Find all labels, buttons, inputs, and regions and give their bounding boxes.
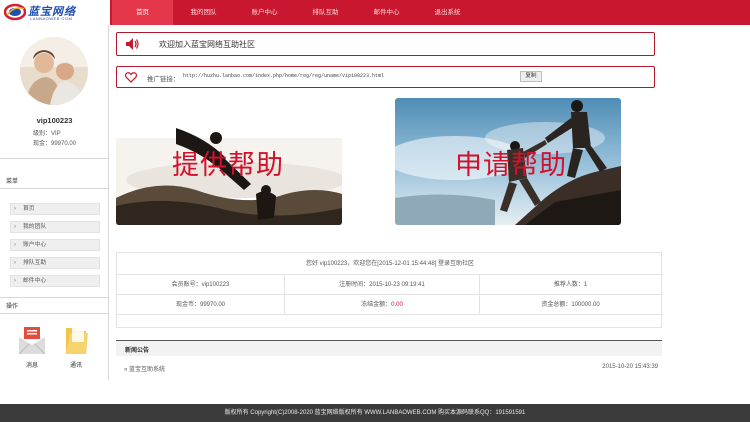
welcome-notice: 欢迎加入蓝宝网络互助社区 [116, 32, 655, 56]
ops-title: 操作 [6, 304, 19, 310]
sidebar-item-label: 邮件中心 [23, 278, 47, 284]
nav-logout[interactable]: 退出系统 [417, 0, 478, 25]
promo-link-box: 推广链接： http://huzhu.lanbao.com/index.php/… [116, 66, 655, 88]
frozen-amount-value: 0.00 [391, 302, 403, 308]
nav-mail-center[interactable]: 邮件中心 [356, 0, 417, 25]
provide-help-banner[interactable]: 提供帮助 [116, 98, 342, 225]
chevron-right-icon: › [14, 242, 16, 248]
account-info-panel: 您好 vip100223，欢迎您在[2015-12-01 15:44:48] 登… [116, 252, 663, 328]
cash-coin-cell: 现金币：99970.00 [117, 295, 285, 315]
sidebar-item-my-team[interactable]: › 我的团队 [10, 221, 100, 233]
welcome-message: 欢迎加入蓝宝网络互助社区 [159, 40, 255, 49]
register-time-cell: 注册时间：2015-10-23 09:19:41 [285, 275, 480, 295]
sidebar-item-home[interactable]: › 首页 [10, 203, 100, 215]
logo-swirl-icon [4, 3, 26, 21]
mail-icon [18, 327, 46, 355]
speaker-icon [126, 38, 139, 50]
promo-link-url[interactable]: http://huzhu.lanbao.com/index.php/home/r… [183, 73, 513, 79]
news-item-date: 2015-10-20 15:43:39 [602, 364, 658, 370]
referral-count-cell: 推荐人数：1 [553, 282, 588, 288]
total-funds-cell: 资金总额：100000.00 [541, 302, 600, 308]
table-row: 现金币：99970.00 冻结金额：0.00 资金总额：100000.00 [117, 295, 663, 315]
chevron-right-icon: › [14, 278, 16, 284]
news-header: 新闻公告 [116, 340, 662, 356]
news-item-title[interactable]: » 蓝宝互助系统 [124, 364, 165, 373]
username: vip100223 [36, 116, 73, 125]
heart-icon [125, 72, 137, 83]
main-nav: 首页 我的团队 账户中心 排队互助 邮件中心 退出系统 [112, 0, 478, 25]
nav-account-center[interactable]: 账户中心 [234, 0, 295, 25]
footer: 版权所有 Copyright(C)2008-2020 蓝宝网络版权所有 WWW.… [0, 404, 750, 422]
contacts-tool[interactable]: 通讯 [61, 325, 91, 369]
sidebar-item-label: 排队互助 [23, 260, 47, 266]
site-logo[interactable]: 蓝宝网络 LANBAOWEB.COM [0, 0, 110, 25]
contacts-tool-label: 通讯 [69, 363, 82, 369]
chevron-right-icon: › [14, 260, 16, 266]
copy-link-button[interactable]: 复制 [520, 71, 542, 82]
top-nav-bar: 蓝宝网络 LANBAOWEB.COM 首页 我的团队 账户中心 排队互助 邮件中… [0, 0, 750, 25]
request-help-caption: 申请帮助 [455, 150, 567, 181]
logo-subtext: LANBAOWEB.COM [30, 16, 73, 21]
nav-home[interactable]: 首页 [112, 0, 173, 25]
nav-queue-help[interactable]: 排队互助 [295, 0, 356, 25]
left-sidebar: vip100223 级别：VIP 现金：99970.00 菜单 › 首页 › 我… [0, 25, 109, 380]
sidebar-item-label: 我的团队 [23, 224, 47, 230]
user-funds: 现金：99970.00 [33, 141, 77, 147]
sidebar-item-label: 首页 [23, 206, 35, 212]
sidebar-divider [0, 158, 109, 159]
avatar-photo-icon [20, 37, 88, 105]
list-item: » 蓝宝互助系统 2015-10-20 15:43:39 [116, 364, 662, 374]
frozen-amount-label: 冻结金额： [361, 302, 392, 308]
sidebar-item-label: 账户中心 [23, 242, 47, 248]
request-help-banner[interactable]: 申请帮助 [395, 98, 621, 225]
promo-link-label: 推广链接： [147, 76, 180, 83]
sidebar-divider [0, 313, 109, 314]
sidebar-item-account-center[interactable]: › 账户中心 [10, 239, 100, 251]
chevron-right-icon: › [14, 206, 16, 212]
messages-tool[interactable]: 消息 [17, 325, 47, 369]
sidebar-item-queue-help[interactable]: › 排队互助 [10, 257, 100, 269]
menu-title: 菜单 [6, 179, 19, 185]
chevron-right-icon: › [14, 224, 16, 230]
news-title: 新闻公告 [125, 348, 150, 354]
frozen-amount-cell: 冻结金额：0.00 [285, 295, 480, 315]
account-greeting: 您好 vip100223，欢迎您在[2015-12-01 15:44:48] 登… [117, 253, 663, 275]
messages-tool-label: 消息 [25, 363, 38, 369]
provide-help-caption: 提供帮助 [172, 150, 284, 181]
nav-my-team[interactable]: 我的团队 [173, 0, 234, 25]
table-row: 会员账号：vip100223 注册时间：2015-10-23 09:19:41 … [117, 275, 663, 295]
avatar[interactable] [20, 37, 88, 105]
folder-icon [66, 328, 88, 354]
member-account-cell: 会员账号：vip100223 [117, 275, 285, 295]
sidebar-divider [0, 188, 109, 189]
sidebar-divider [0, 297, 109, 298]
user-level: 级别：VIP [33, 131, 61, 137]
sidebar-item-mail-center[interactable]: › 邮件中心 [10, 275, 100, 287]
